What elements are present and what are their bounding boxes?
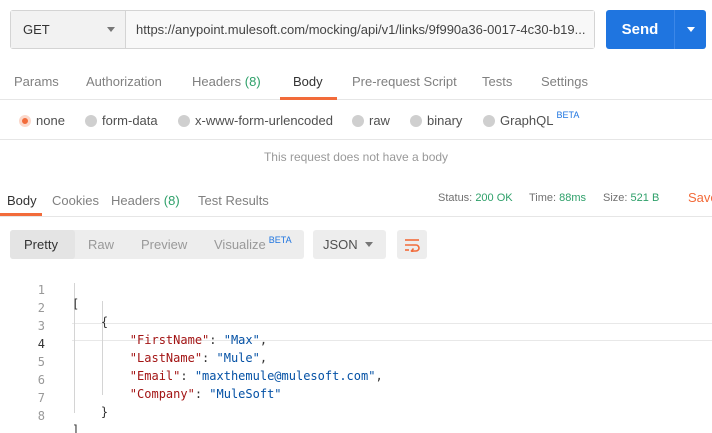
tab-label: Headers <box>111 193 161 208</box>
response-tab-test-results[interactable]: Test Results <box>198 193 269 208</box>
send-label: Send <box>621 21 659 38</box>
tab-tests[interactable]: Tests <box>482 74 512 89</box>
tab-settings[interactable]: Settings <box>541 74 588 89</box>
request-url-bar: GET https://anypoint.mulesoft.com/mockin… <box>10 10 595 49</box>
view-visualize-button[interactable]: Visualize BETA <box>214 235 292 252</box>
size-readout: Size: 521 B <box>603 192 659 204</box>
response-tabs-divider <box>0 216 712 217</box>
method-select[interactable]: GET <box>11 11 126 48</box>
tab-label: Body <box>7 193 37 208</box>
beta-badge: BETA <box>556 109 580 120</box>
method-label: GET <box>23 22 50 37</box>
chevron-down-icon <box>107 27 115 32</box>
chevron-down-icon <box>365 242 373 247</box>
radio-label: GraphQL <box>500 113 554 128</box>
save-response-button[interactable]: Save <box>688 190 712 205</box>
url-input[interactable]: https://anypoint.mulesoft.com/mocking/ap… <box>126 11 594 48</box>
radio-icon <box>352 114 364 127</box>
radio-graphql[interactable]: GraphQL BETA <box>483 109 580 128</box>
size-label: Size: <box>603 192 628 204</box>
view-raw-button[interactable]: Raw <box>88 237 114 252</box>
radio-label: x-www-form-urlencoded <box>195 113 333 128</box>
wrap-lines-button[interactable] <box>397 230 427 259</box>
code-line: 4 "LastName": "Mule", <box>0 323 712 365</box>
status-readout: Status: 200 OK <box>438 192 513 204</box>
body-type-selector: none form-data x-www-form-urlencoded raw… <box>0 101 712 140</box>
tab-label: Tests <box>482 74 513 89</box>
tab-label: Pre-request Script <box>352 74 457 89</box>
radio-binary[interactable]: binary <box>410 113 462 128</box>
tab-body[interactable]: Body <box>293 74 323 89</box>
tab-label: Headers <box>192 74 242 89</box>
code-text: ] <box>72 423 80 433</box>
radio-icon <box>178 114 190 127</box>
status-value: 200 OK <box>475 192 513 204</box>
code-line: 5 "Email": "maxthemule@mulesoft.com", <box>0 341 712 383</box>
radio-label: binary <box>427 113 463 128</box>
view-preview-button[interactable]: Preview <box>141 237 187 252</box>
radio-x-www-form-urlencoded[interactable]: x-www-form-urlencoded <box>178 113 333 128</box>
tab-count-badge: (8) <box>244 74 261 89</box>
chevron-down-icon <box>686 27 695 32</box>
radio-icon <box>483 114 495 127</box>
code-line: 8 ] <box>0 395 712 433</box>
status-label: Status: <box>438 192 473 204</box>
code-line: 2 { <box>0 287 712 329</box>
radio-label: form-data <box>102 113 158 128</box>
radio-raw[interactable]: raw <box>352 113 390 128</box>
radio-icon <box>410 114 422 127</box>
view-pretty-button[interactable]: Pretty <box>24 237 58 252</box>
no-body-message: This request does not have a body <box>263 150 449 164</box>
code-line: 3 "FirstName": "Max", <box>0 305 712 347</box>
line-number: 8 <box>37 409 45 423</box>
send-options-button[interactable] <box>675 27 706 32</box>
active-tab-indicator <box>280 97 337 100</box>
beta-badge: BETA <box>268 235 292 245</box>
send-button[interactable]: Send <box>606 10 706 49</box>
radio-icon <box>85 114 97 127</box>
code-line: 7 } <box>0 377 712 419</box>
response-tab-headers[interactable]: Headers (8) <box>111 193 180 208</box>
request-tabs: Params Authorization Headers (8) Body Pr… <box>0 66 712 100</box>
tab-label: Settings <box>541 74 588 89</box>
radio-label: raw <box>369 113 390 128</box>
tab-pre-request-script[interactable]: Pre-request Script <box>352 74 457 89</box>
tab-label: Params <box>14 74 59 89</box>
tab-label: Authorization <box>86 74 162 89</box>
view-mode-group: Pretty Raw Preview Visualize BETA <box>10 230 304 259</box>
tab-label: Test Results <box>198 193 269 208</box>
code-line: 6 "Company": "MuleSoft" <box>0 359 712 401</box>
radio-selected-icon <box>19 114 31 127</box>
format-label: JSON <box>323 237 358 252</box>
radio-label: none <box>36 113 65 128</box>
view-label: Visualize <box>214 237 266 252</box>
time-value: 88ms <box>559 192 587 204</box>
response-tab-body[interactable]: Body <box>7 193 37 208</box>
tab-params[interactable]: Params <box>14 74 59 89</box>
format-select[interactable]: JSON <box>313 230 386 259</box>
tab-authorization[interactable]: Authorization <box>86 74 162 89</box>
tab-headers[interactable]: Headers (8) <box>192 74 261 89</box>
tab-count-badge: (8) <box>163 193 180 208</box>
response-tab-cookies[interactable]: Cookies <box>52 193 99 208</box>
code-line: 1 [ <box>0 269 712 311</box>
radio-form-data[interactable]: form-data <box>85 113 158 128</box>
time-label: Time: <box>529 192 557 204</box>
radio-none[interactable]: none <box>19 113 65 128</box>
time-readout: Time: 88ms <box>529 192 586 204</box>
wrap-lines-icon <box>405 238 420 252</box>
size-value: 521 B <box>630 192 660 204</box>
tab-label: Body <box>293 74 323 89</box>
tab-label: Cookies <box>52 193 99 208</box>
